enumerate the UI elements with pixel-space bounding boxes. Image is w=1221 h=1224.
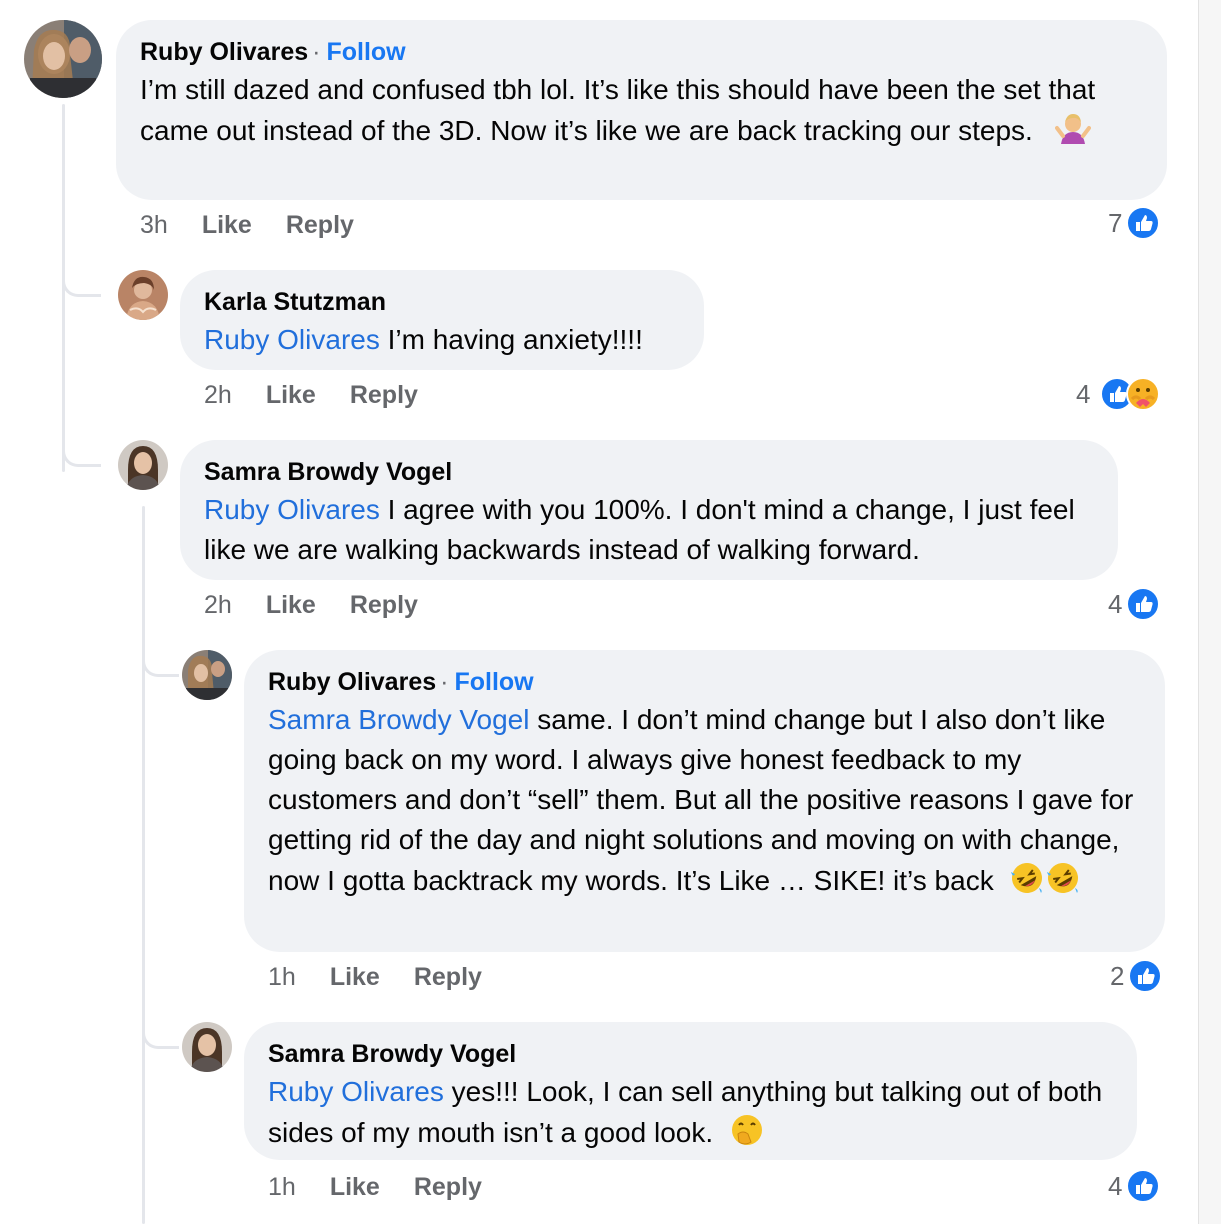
comment-text: Samra Browdy Vogel same. I don’t mind ch… — [268, 700, 1141, 901]
reaction-count: 2 — [1110, 961, 1125, 991]
like-button[interactable]: Like — [330, 963, 380, 991]
reaction-summary[interactable]: 2 — [1110, 959, 1163, 993]
like-reaction-icon — [1126, 1169, 1161, 1203]
reaction-summary[interactable]: 4 — [1108, 587, 1161, 621]
rolling-on-floor-laughing-emoji — [1009, 860, 1045, 896]
timestamp[interactable]: 1h — [268, 963, 296, 991]
thread-line-nested — [142, 506, 145, 1224]
separator-dot: · — [312, 38, 321, 66]
follow-button[interactable]: Follow — [326, 38, 405, 66]
reply-button[interactable]: Reply — [350, 381, 418, 409]
face-with-hand-over-mouth-emoji — [729, 1112, 765, 1148]
comment-text: Ruby Olivares I agree with you 100%. I d… — [204, 490, 1094, 570]
reaction-count: 4 — [1108, 1171, 1123, 1201]
comment-text: Ruby Olivares I’m having anxiety!!!! — [204, 320, 680, 360]
like-button[interactable]: Like — [202, 211, 252, 239]
comment-bubble: Samra Browdy Vogel Ruby Olivares I agree… — [180, 440, 1118, 580]
thread-curve-reply-3 — [142, 638, 179, 677]
author-name[interactable]: Ruby Olivares — [268, 668, 436, 696]
like-reaction-icon — [1126, 206, 1161, 240]
comment-bubble: Karla Stutzman Ruby Olivares I’m having … — [180, 270, 704, 370]
like-reaction-icon — [1128, 959, 1163, 993]
reply-button[interactable]: Reply — [414, 1173, 482, 1201]
timestamp[interactable]: 2h — [204, 591, 232, 619]
mention-link[interactable]: Samra Browdy Vogel — [268, 704, 529, 735]
avatar-samra-browdy-vogel[interactable] — [182, 1022, 232, 1072]
author-name[interactable]: Samra Browdy Vogel — [204, 458, 452, 486]
comment-bubble: Samra Browdy Vogel Ruby Olivares yes!!! … — [244, 1022, 1137, 1160]
like-button[interactable]: Like — [330, 1173, 380, 1201]
comment-bubble: Ruby Olivares · Follow I’m still dazed and… — [116, 20, 1167, 200]
reply-button[interactable]: Reply — [414, 963, 482, 991]
thread-curve-reply-1 — [62, 250, 101, 297]
timestamp[interactable]: 2h — [204, 381, 232, 409]
avatar-ruby-olivares[interactable] — [182, 650, 232, 700]
author-name[interactable]: Ruby Olivares — [140, 38, 308, 66]
thread-curve-reply-2 — [62, 424, 101, 467]
reply-button[interactable]: Reply — [350, 591, 418, 619]
reaction-count: 4 — [1108, 589, 1123, 619]
comment-actions: 1h Like Reply — [268, 962, 482, 992]
separator-dot: · — [440, 668, 449, 696]
timestamp[interactable]: 1h — [268, 1173, 296, 1201]
rolling-on-floor-laughing-emoji — [1045, 860, 1081, 896]
comment-body: I’m still dazed and confused tbh lol. It… — [140, 74, 1096, 146]
reaction-count: 7 — [1108, 208, 1123, 238]
author-name[interactable]: Karla Stutzman — [204, 288, 386, 316]
reaction-summary[interactable]: 4 — [1108, 1169, 1161, 1203]
reaction-summary[interactable]: 4 — [1076, 377, 1161, 411]
follow-button[interactable]: Follow — [454, 668, 533, 696]
thread-curve-reply-4 — [142, 1010, 179, 1049]
avatar-samra-browdy-vogel[interactable] — [118, 440, 168, 490]
timestamp[interactable]: 3h — [140, 211, 168, 239]
person-shrugging-emoji — [1054, 110, 1091, 146]
avatar-ruby-olivares[interactable] — [24, 20, 102, 98]
author-name[interactable]: Samra Browdy Vogel — [268, 1040, 516, 1068]
comment-actions: 2h Like Reply — [204, 590, 418, 620]
like-reaction-icon — [1126, 587, 1161, 621]
comment-actions: 2h Like Reply — [204, 380, 418, 410]
comment-text: I’m still dazed and confused tbh lol. It… — [140, 70, 1143, 151]
mention-link[interactable]: Ruby Olivares — [268, 1076, 444, 1107]
like-button[interactable]: Like — [266, 591, 316, 619]
reply-button[interactable]: Reply — [286, 211, 354, 239]
reaction-summary[interactable]: 7 — [1108, 206, 1161, 240]
like-button[interactable]: Like — [266, 381, 316, 409]
comment-actions: 1h Like Reply — [268, 1172, 482, 1202]
comment-bubble: Ruby Olivares · Follow Samra Browdy Vogel … — [244, 650, 1165, 952]
reaction-count: 4 — [1076, 379, 1091, 409]
mention-link[interactable]: Ruby Olivares — [204, 324, 380, 355]
avatar-karla-stutzman[interactable] — [118, 270, 168, 320]
comment-text: Ruby Olivares yes!!! Look, I can sell an… — [268, 1072, 1113, 1153]
scrollbar-track[interactable] — [1198, 0, 1221, 1224]
care-reaction-icon — [1126, 377, 1161, 411]
comment-body: I’m having anxiety!!!! — [379, 324, 643, 355]
comment-actions: 3h Like Reply — [140, 210, 354, 240]
mention-link[interactable]: Ruby Olivares — [204, 494, 380, 525]
